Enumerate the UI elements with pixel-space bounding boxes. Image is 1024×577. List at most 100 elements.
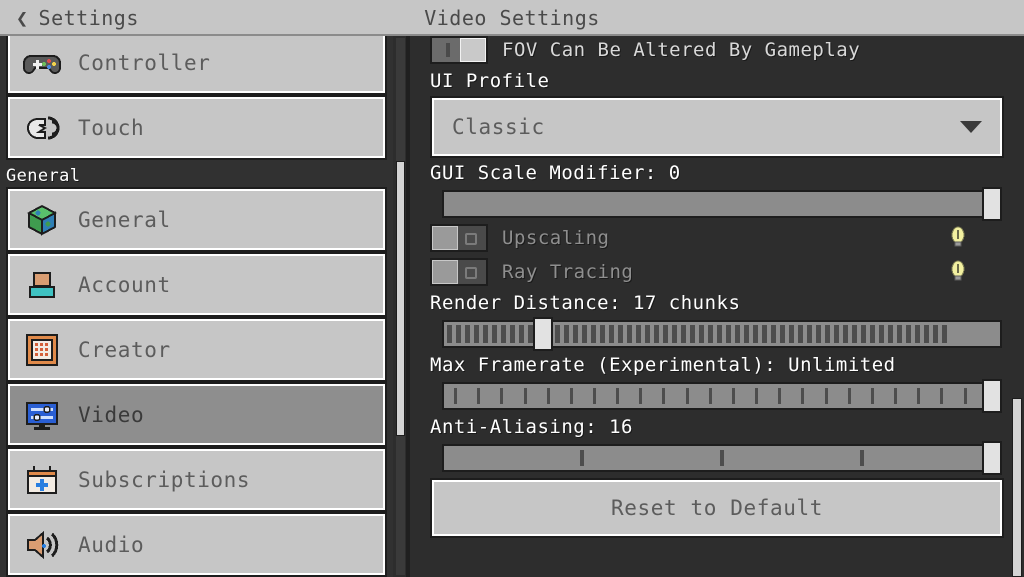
slider-tick: [843, 325, 848, 343]
upscaling-toggle[interactable]: [430, 224, 488, 252]
slider-tick: [915, 325, 920, 343]
creator-grid-icon: [22, 330, 62, 370]
slider-tick: [771, 325, 776, 343]
sidebar-item-account[interactable]: Account: [8, 254, 385, 315]
slider-tick: [591, 325, 596, 343]
toggle-knob: [432, 226, 458, 250]
slider-thumb[interactable]: [532, 317, 553, 351]
slider-tick: [807, 325, 812, 343]
setting-upscaling[interactable]: Upscaling: [430, 224, 1004, 252]
slider-tick: [685, 388, 689, 404]
toggle-knob: [460, 38, 486, 62]
slider-tick: [870, 388, 874, 404]
sidebar-item-label: General: [78, 207, 171, 232]
slider-tick: [474, 325, 479, 343]
slider-tick: [519, 325, 524, 343]
slider-tick: [834, 325, 839, 343]
slider-tick: [555, 325, 560, 343]
slider-tick: [645, 325, 650, 343]
max-framerate-slider[interactable]: [442, 379, 1002, 413]
sidebar-item-audio[interactable]: Audio: [8, 514, 385, 575]
fov-toggle[interactable]: [430, 36, 488, 64]
sidebar-item-subscriptions[interactable]: Subscriptions: [8, 449, 385, 510]
slider-tick: [720, 450, 724, 466]
speaker-icon: [22, 525, 62, 565]
sidebar-item-general[interactable]: General: [8, 189, 385, 250]
setting-ray-tracing[interactable]: Ray Tracing: [430, 258, 1004, 286]
sidebar-item-label: Audio: [78, 532, 145, 557]
account-person-icon: [22, 265, 62, 305]
slider-thumb[interactable]: [982, 187, 1002, 221]
ray-tracing-toggle[interactable]: [430, 258, 488, 286]
slider-ticks: [444, 384, 1000, 408]
globe-cube-icon: [22, 200, 62, 240]
touch-hand-icon: [22, 108, 62, 148]
slider-tick: [662, 388, 666, 404]
slider-tick: [780, 325, 785, 343]
chevron-left-icon: ❮: [16, 6, 29, 30]
sidebar-scrollbar-thumb[interactable]: [396, 161, 405, 436]
slider-tick: [801, 388, 805, 404]
slider-tick: [454, 388, 458, 404]
sidebar-item-creator[interactable]: Creator: [8, 319, 385, 380]
settings-sidebar[interactable]: Controller Touch General General Account…: [0, 36, 393, 577]
sidebar-item-video[interactable]: Video: [8, 384, 385, 445]
panel-scrollbar-thumb[interactable]: [1012, 398, 1022, 577]
calendar-plus-icon: [22, 460, 62, 500]
slider-tick: [546, 388, 550, 404]
video-settings-panel[interactable]: FOV Can Be Altered By Gameplay UI Profil…: [410, 36, 1024, 577]
ui-profile-dropdown[interactable]: Classic: [432, 98, 1002, 156]
sidebar-item-controller[interactable]: Controller: [8, 36, 385, 93]
slider-tick: [816, 325, 821, 343]
sidebar-item-label: Subscriptions: [78, 467, 251, 492]
gamepad-icon: [22, 43, 62, 83]
reset-to-default-button[interactable]: Reset to Default: [432, 480, 1002, 536]
slider-tick: [708, 388, 712, 404]
slider-tick: [580, 450, 584, 466]
gui-scale-slider[interactable]: [442, 187, 1002, 221]
slider-tick: [636, 325, 641, 343]
slider-tick: [699, 325, 704, 343]
slider-tick: [870, 325, 875, 343]
slider-tick: [717, 325, 722, 343]
slider-thumb[interactable]: [982, 379, 1002, 413]
slider-tick: [609, 325, 614, 343]
sidebar-item-label: Controller: [78, 50, 211, 75]
setting-fov-altered-by-gameplay[interactable]: FOV Can Be Altered By Gameplay: [430, 36, 1004, 64]
slider-tick: [762, 325, 767, 343]
ui-profile-value: Classic: [452, 115, 545, 139]
lightbulb-icon[interactable]: [950, 260, 966, 282]
slider-tick: [681, 325, 686, 343]
render-distance-slider[interactable]: [442, 317, 1002, 351]
setting-label: Upscaling: [502, 227, 610, 249]
toggle-off-indicator: [465, 233, 477, 245]
gui-scale-label: GUI Scale Modifier: 0: [430, 162, 681, 184]
slider-tick: [573, 325, 578, 343]
slider-tick: [708, 325, 713, 343]
toggle-knob: [432, 260, 458, 284]
slider-tick: [672, 325, 677, 343]
slider-tick: [639, 388, 643, 404]
ui-profile-label: UI Profile: [430, 70, 550, 92]
slider-tick: [860, 450, 864, 466]
slider-tick: [690, 325, 695, 343]
max-framerate-label: Max Framerate (Experimental): Unlimited: [430, 354, 896, 376]
toggle-bar: [446, 43, 450, 57]
slider-tick: [654, 325, 659, 343]
sidebar-item-touch[interactable]: Touch: [8, 97, 385, 158]
slider-tick: [501, 325, 506, 343]
slider-tick: [492, 325, 497, 343]
back-button[interactable]: ❮ Settings: [8, 0, 147, 36]
slider-tick: [778, 388, 782, 404]
anti-aliasing-slider[interactable]: [442, 441, 1002, 475]
slider-tick: [483, 325, 488, 343]
slider-tick: [582, 325, 587, 343]
slider-ticks: [444, 446, 1000, 470]
slider-tick: [894, 388, 898, 404]
slider-tick: [510, 325, 515, 343]
slider-tick: [465, 325, 470, 343]
slider-thumb[interactable]: [982, 441, 1002, 475]
lightbulb-icon[interactable]: [950, 226, 966, 248]
slider-tick: [861, 325, 866, 343]
slider-tick: [569, 388, 573, 404]
